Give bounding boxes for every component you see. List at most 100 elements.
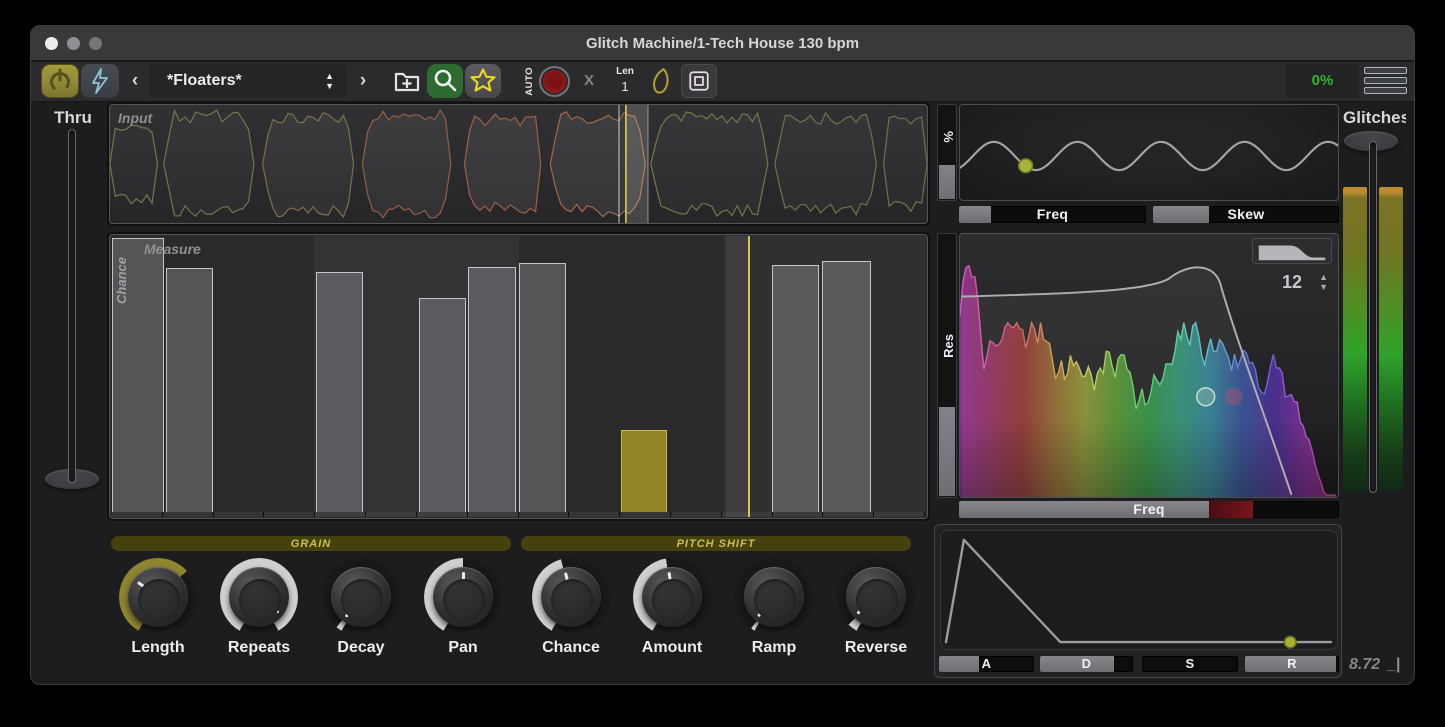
knob-face [239, 579, 281, 621]
measure-tick [823, 512, 874, 517]
env-d-slider[interactable]: D [1040, 656, 1133, 672]
measure-tick [468, 512, 519, 517]
measure-tick [620, 512, 671, 517]
filter-freq-label: Freq [959, 501, 1339, 518]
lfo-depth-fill [939, 165, 955, 199]
chance-bar-selected[interactable] [621, 430, 667, 512]
knob-label: Amount [642, 639, 702, 657]
loop-mode-button[interactable] [681, 64, 717, 98]
knob-label: Ramp [752, 639, 796, 657]
lfo-wave-display[interactable] [959, 104, 1339, 201]
knob-length[interactable]: Length [119, 558, 197, 636]
browse-button[interactable] [427, 64, 463, 98]
envelope-value: 8.72 [1349, 656, 1380, 673]
slope-stepper[interactable]: ▲▼ [1319, 272, 1328, 292]
chance-bar[interactable] [772, 265, 819, 512]
env-a-slider[interactable]: A [939, 656, 1034, 672]
chance-bar[interactable] [822, 261, 871, 512]
text-cursor: _| [1387, 656, 1400, 673]
lfo-depth-slider[interactable]: % [937, 104, 957, 201]
knob-decay[interactable]: Decay [322, 558, 400, 636]
lightning-icon [86, 66, 114, 96]
knob-reverse[interactable]: Reverse [837, 558, 915, 636]
input-waveform-svg [110, 105, 927, 223]
filter-spectrum-display[interactable]: 12 ▲▼ [959, 233, 1339, 498]
knob-chance[interactable]: Chance [532, 558, 610, 636]
envelope-value-readout: 8.72 _| [1349, 656, 1401, 674]
folder-add-icon [392, 67, 422, 95]
thru-fader-track[interactable] [68, 129, 76, 483]
measure-panel-label: Measure [144, 241, 201, 257]
chance-bar[interactable] [468, 267, 516, 512]
knob-face [754, 579, 796, 621]
close-button[interactable] [45, 37, 58, 50]
knob-amount[interactable]: Amount [633, 558, 711, 636]
lowpass-curve-icon [1253, 239, 1331, 263]
favorite-button[interactable] [465, 64, 501, 98]
measure-tick [214, 512, 265, 517]
knob-pan[interactable]: Pan [424, 558, 502, 636]
chance-bar[interactable] [166, 268, 213, 512]
next-preset-button[interactable]: › [353, 64, 373, 98]
measure-tick [671, 512, 722, 517]
glitches-fader-track[interactable] [1369, 141, 1377, 493]
auto-toggle[interactable]: AUTO [521, 64, 537, 98]
save-preset-button[interactable] [389, 64, 425, 98]
prev-preset-button[interactable]: ‹ [125, 64, 145, 98]
minimize-button[interactable] [67, 37, 80, 50]
input-waveform-panel[interactable]: Input [109, 104, 928, 224]
menu-bar-icon [1364, 87, 1407, 94]
lfo-waveform [960, 105, 1338, 200]
measure-tick [264, 512, 315, 517]
envelope-curve [941, 531, 1337, 649]
chance-bar[interactable] [112, 238, 164, 512]
lfo-depth-label: % [941, 131, 956, 143]
chance-bars [112, 238, 925, 512]
menu-button[interactable] [1364, 67, 1407, 94]
zoom-button[interactable] [89, 37, 102, 50]
env-s-slider[interactable]: S [1142, 656, 1238, 672]
measure-chance-panel[interactable]: Measure Chance [109, 234, 928, 519]
knob-ramp[interactable]: Ramp [735, 558, 813, 636]
filter-res-label: Res [941, 334, 956, 358]
filter-freq-slider[interactable]: Freq [959, 501, 1339, 518]
measure-tick [874, 512, 925, 517]
knob-face [652, 579, 694, 621]
toolbar: ‹ *Floaters* ▲▼ › AUTO X Len [31, 62, 1414, 102]
filter-slope-value[interactable]: 12 [1282, 272, 1302, 293]
record-button[interactable] [539, 66, 570, 97]
chance-bar[interactable] [316, 272, 363, 512]
search-icon [431, 67, 459, 95]
knob-face [551, 579, 593, 621]
env-r-slider[interactable]: R [1245, 656, 1339, 672]
measure-tick [569, 512, 620, 517]
chance-bar[interactable] [419, 298, 466, 512]
preset-selector[interactable]: *Floaters* ▲▼ [149, 64, 346, 98]
filter-slope-button[interactable] [1252, 238, 1332, 264]
cpu-meter: 0% [1286, 64, 1359, 98]
env-slider-label: S [1142, 656, 1238, 672]
chance-bar[interactable] [519, 263, 567, 512]
metronome-button[interactable] [645, 64, 677, 98]
envelope-panel: ADSR [934, 524, 1342, 678]
lfo-skew-slider[interactable]: Skew [1153, 206, 1339, 223]
preset-updown-icon[interactable]: ▲▼ [325, 71, 334, 91]
bypass-button[interactable] [81, 64, 119, 98]
measure-tick [417, 512, 468, 517]
power-button[interactable] [41, 64, 79, 98]
square-in-square-icon [685, 67, 713, 95]
main-content: Thru Input Measure Chance GRAIN PITCH SH… [31, 26, 1414, 684]
filter-res-slider[interactable]: Res [937, 233, 957, 498]
length-readout[interactable]: Len 1 [605, 66, 645, 94]
envelope-display[interactable] [940, 530, 1338, 650]
clear-button[interactable]: X [579, 64, 599, 98]
env-slider-label: R [1245, 656, 1339, 672]
measure-tick [315, 512, 366, 517]
glitches-label: Glitches [1343, 108, 1406, 128]
grain-section-banner: GRAIN [111, 536, 511, 551]
measure-tick [366, 512, 417, 517]
len-value: 1 [605, 79, 645, 94]
knob-repeats[interactable]: Repeats [220, 558, 298, 636]
knob-label: Decay [337, 639, 384, 657]
lfo-freq-slider[interactable]: Freq [959, 206, 1146, 223]
